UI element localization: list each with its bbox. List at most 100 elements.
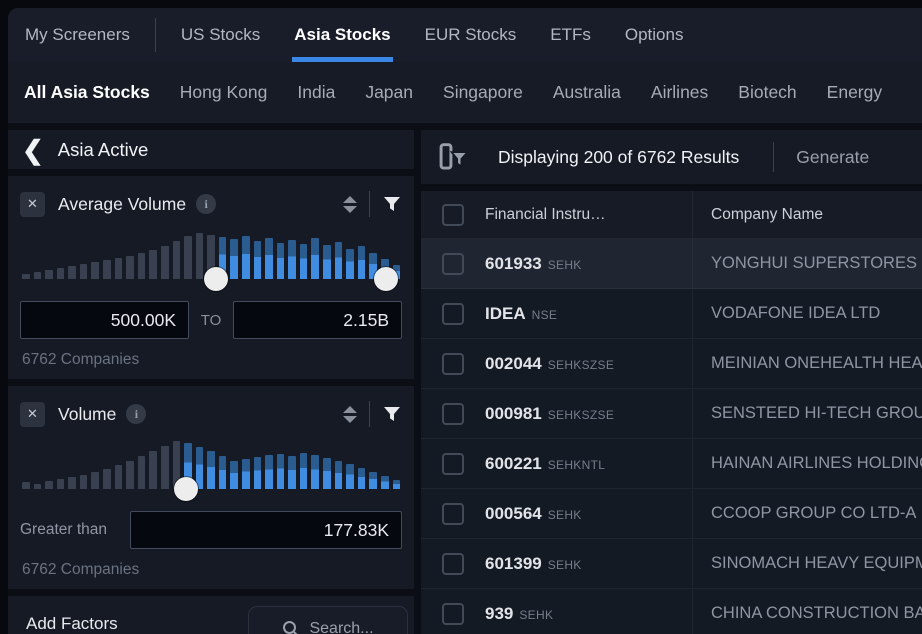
row-checkbox[interactable] [442, 303, 464, 325]
histogram-bar [91, 262, 99, 279]
sub-nav-item-singapore[interactable]: Singapore [443, 82, 523, 103]
filter-funnel-icon[interactable] [382, 194, 402, 214]
exchange-code: SEHK [548, 258, 582, 272]
table-header-row: Financial Instru… Company Name [421, 191, 922, 239]
remove-filter-button[interactable]: ✕ [20, 192, 45, 217]
instrument-cell[interactable]: 000981 SEHKSZSE [485, 404, 692, 424]
add-factors-label[interactable]: Add Factors [26, 614, 118, 634]
sub-nav-item-all-asia-stocks[interactable]: All Asia Stocks [24, 82, 150, 103]
instrument-cell[interactable]: 000564 SEHK [485, 504, 692, 524]
row-checkbox[interactable] [442, 453, 464, 475]
company-name: HAINAN AIRLINES HOLDING [711, 454, 922, 473]
select-all-checkbox[interactable] [442, 204, 464, 226]
instrument-cell[interactable]: 002044 SEHKSZSE [485, 354, 692, 374]
row-checkbox[interactable] [442, 403, 464, 425]
histogram-bar [149, 451, 157, 489]
histogram-bar [230, 239, 238, 279]
screener-header: ❮ Asia Active [8, 130, 414, 169]
instrument-cell[interactable]: IDEA NSE [485, 304, 692, 324]
ticker-symbol: 601399 [485, 554, 542, 574]
average-volume-histogram[interactable] [22, 227, 400, 289]
results-panel: Displaying 200 of 6762 Results Generate … [421, 130, 922, 634]
histogram-bar [196, 447, 204, 489]
histogram-bar [103, 260, 111, 279]
collapse-icon[interactable] [343, 196, 357, 213]
row-checkbox[interactable] [442, 603, 464, 625]
sub-nav-item-india[interactable]: India [297, 82, 335, 103]
row-checkbox[interactable] [442, 353, 464, 375]
info-icon[interactable]: i [126, 404, 146, 424]
condition-label: Greater than [20, 521, 130, 539]
filter-header: ✕ Volume i [20, 395, 402, 433]
top-nav-item-us-stocks[interactable]: US Stocks [181, 8, 260, 62]
range-max-input[interactable] [233, 301, 402, 339]
row-checkbox-cell [421, 403, 485, 425]
histogram-bar [103, 469, 111, 489]
instrument-cell[interactable]: 601933 SEHK [485, 254, 692, 274]
slider-handle[interactable] [174, 477, 198, 501]
sub-nav-item-hong-kong[interactable]: Hong Kong [180, 82, 268, 103]
instrument-cell[interactable]: 939 SEHK [485, 604, 692, 624]
column-header-instrument[interactable]: Financial Instru… [485, 206, 692, 224]
histogram-bar [323, 458, 331, 489]
histogram-bar [358, 246, 366, 279]
table-row[interactable]: 601399 SEHK SINOMACH HEAVY EQUIPME [421, 539, 922, 589]
histogram-bar [68, 477, 76, 489]
company-name: SENSTEED HI-TECH GROUP [711, 404, 922, 423]
top-nav-item-options[interactable]: Options [625, 8, 684, 62]
range-min-input[interactable] [20, 301, 189, 339]
histogram-bar [288, 240, 296, 279]
row-checkbox[interactable] [442, 253, 464, 275]
histogram-bar [126, 461, 134, 489]
table-row[interactable]: 000981 SEHKSZSE SENSTEED HI-TECH GROUP [421, 389, 922, 439]
collapse-icon[interactable] [343, 406, 357, 423]
slider-handle[interactable] [204, 267, 228, 291]
back-icon[interactable]: ❮ [22, 137, 44, 163]
top-nav-item-asia-stocks[interactable]: Asia Stocks [294, 8, 390, 62]
sub-nav-item-energy[interactable]: Energy [827, 82, 882, 103]
table-row[interactable]: 601933 SEHK YONGHUI SUPERSTORES CO [421, 239, 922, 289]
instrument-cell[interactable]: 600221 SEHKNTL [485, 454, 692, 474]
exchange-code: NSE [532, 308, 558, 322]
sub-nav-item-airlines[interactable]: Airlines [651, 82, 708, 103]
table-row[interactable]: 000564 SEHK CCOOP GROUP CO LTD-A [421, 489, 922, 539]
top-nav-item-eur-stocks[interactable]: EUR Stocks [425, 8, 517, 62]
top-nav-item-etfs[interactable]: ETFs [550, 8, 591, 62]
instrument-cell[interactable]: 601399 SEHK [485, 554, 692, 574]
screener-title: Asia Active [58, 139, 149, 161]
table-row[interactable]: 600221 SEHKNTL HAINAN AIRLINES HOLDING [421, 439, 922, 489]
sub-nav-item-japan[interactable]: Japan [365, 82, 413, 103]
slider-handle[interactable] [374, 267, 398, 291]
histogram-bar [34, 484, 42, 489]
filter-funnel-icon[interactable] [382, 404, 402, 424]
row-checkbox[interactable] [442, 553, 464, 575]
exchange-code: SEHK [519, 608, 553, 622]
greater-than-input[interactable] [130, 511, 402, 549]
search-button[interactable]: Search... [248, 606, 408, 634]
row-checkbox[interactable] [442, 503, 464, 525]
histogram-bar [265, 455, 273, 489]
histogram-bar [115, 258, 123, 279]
results-table: Financial Instru… Company Name 601933 SE… [421, 191, 922, 634]
exchange-code: SEHKSZSE [548, 358, 614, 372]
filter-name: Average Volume [58, 194, 186, 215]
top-nav-item-my-screeners[interactable]: My Screeners [25, 8, 130, 62]
select-all-cell [421, 204, 485, 226]
column-header-company[interactable]: Company Name [692, 191, 922, 238]
table-row[interactable]: IDEA NSE VODAFONE IDEA LTD [421, 289, 922, 339]
ticker-symbol: 002044 [485, 354, 542, 374]
remove-filter-button[interactable]: ✕ [20, 402, 45, 427]
filter-name: Volume [58, 404, 116, 425]
histogram-bar [57, 268, 65, 279]
generate-button[interactable]: Generate [796, 147, 869, 168]
sub-nav-item-biotech[interactable]: Biotech [738, 82, 796, 103]
histogram-bar [34, 272, 42, 279]
ticker-symbol: 601933 [485, 254, 542, 274]
table-row[interactable]: 939 SEHK CHINA CONSTRUCTION BAN [421, 589, 922, 634]
sub-nav-item-australia[interactable]: Australia [553, 82, 621, 103]
filter-volume: ✕ Volume i Greater than 6762 Companies [8, 386, 414, 589]
info-icon[interactable]: i [196, 194, 216, 214]
volume-histogram[interactable] [22, 437, 400, 499]
table-row[interactable]: 002044 SEHKSZSE MEINIAN ONEHEALTH HEALT [421, 339, 922, 389]
search-button-label: Search... [309, 620, 373, 634]
